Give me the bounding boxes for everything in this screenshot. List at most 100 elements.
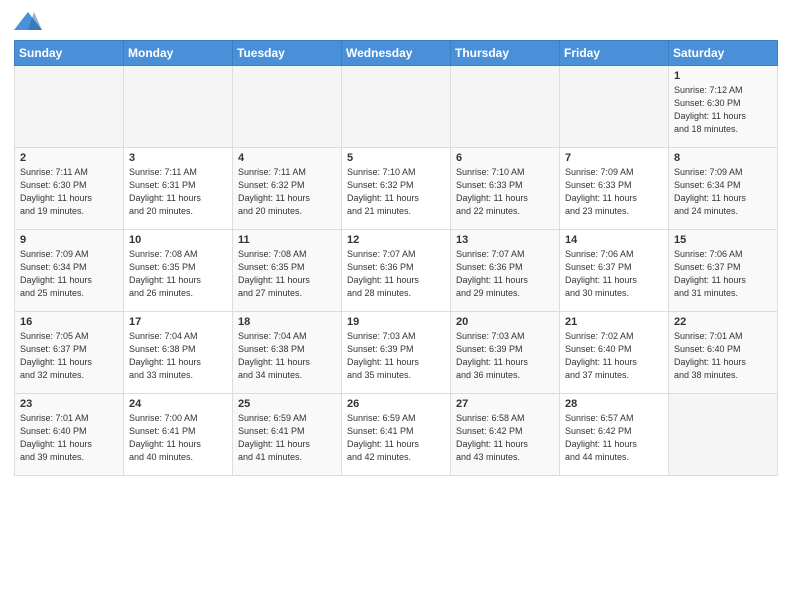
day-info: Sunrise: 7:01 AMSunset: 6:40 PMDaylight:… xyxy=(674,330,772,382)
day-number: 10 xyxy=(129,234,227,246)
day-info: Sunrise: 7:08 AMSunset: 6:35 PMDaylight:… xyxy=(129,248,227,300)
day-info: Sunrise: 7:06 AMSunset: 6:37 PMDaylight:… xyxy=(565,248,663,300)
day-info: Sunrise: 7:03 AMSunset: 6:39 PMDaylight:… xyxy=(456,330,554,382)
day-number: 7 xyxy=(565,152,663,164)
day-info: Sunrise: 7:10 AMSunset: 6:33 PMDaylight:… xyxy=(456,166,554,218)
day-cell: 20 Sunrise: 7:03 AMSunset: 6:39 PMDayligh… xyxy=(451,312,560,394)
day-number: 14 xyxy=(565,234,663,246)
header xyxy=(14,10,778,32)
day-cell: 13 Sunrise: 7:07 AMSunset: 6:36 PMDayligh… xyxy=(451,230,560,312)
day-number: 2 xyxy=(20,152,118,164)
weekday-sunday: Sunday xyxy=(15,41,124,66)
day-info: Sunrise: 7:04 AMSunset: 6:38 PMDaylight:… xyxy=(238,330,336,382)
day-info: Sunrise: 7:11 AMSunset: 6:30 PMDaylight:… xyxy=(20,166,118,218)
day-number: 17 xyxy=(129,316,227,328)
day-cell: 25 Sunrise: 6:59 AMSunset: 6:41 PMDayligh… xyxy=(233,394,342,476)
day-info: Sunrise: 7:09 AMSunset: 6:33 PMDaylight:… xyxy=(565,166,663,218)
day-number: 22 xyxy=(674,316,772,328)
day-cell xyxy=(15,66,124,148)
week-row-4: 23Sunrise: 7:01 AMSunset: 6:40 PMDayligh… xyxy=(15,394,778,476)
day-number: 8 xyxy=(674,152,772,164)
day-number: 20 xyxy=(456,316,554,328)
day-cell xyxy=(342,66,451,148)
day-cell: 12 Sunrise: 7:07 AMSunset: 6:36 PMDayligh… xyxy=(342,230,451,312)
day-cell xyxy=(451,66,560,148)
day-number: 5 xyxy=(347,152,445,164)
weekday-wednesday: Wednesday xyxy=(342,41,451,66)
day-cell: 5 Sunrise: 7:10 AMSunset: 6:32 PMDaylight… xyxy=(342,148,451,230)
week-row-1: 2 Sunrise: 7:11 AMSunset: 6:30 PMDaylight… xyxy=(15,148,778,230)
day-number: 12 xyxy=(347,234,445,246)
day-number: 13 xyxy=(456,234,554,246)
day-cell: 15 Sunrise: 7:06 AMSunset: 6:37 PMDayligh… xyxy=(669,230,778,312)
day-info: Sunrise: 7:09 AMSunset: 6:34 PMDaylight:… xyxy=(674,166,772,218)
calendar: SundayMondayTuesdayWednesdayThursdayFrid… xyxy=(14,40,778,476)
day-info: Sunrise: 6:59 AMSunset: 6:41 PMDaylight:… xyxy=(347,412,445,464)
day-cell: 1 Sunrise: 7:12 AMSunset: 6:30 PMDaylight… xyxy=(669,66,778,148)
day-cell: 11 Sunrise: 7:08 AMSunset: 6:35 PMDayligh… xyxy=(233,230,342,312)
day-cell: 19 Sunrise: 7:03 AMSunset: 6:39 PMDayligh… xyxy=(342,312,451,394)
day-info: Sunrise: 7:09 AMSunset: 6:34 PMDaylight:… xyxy=(20,248,118,300)
week-row-0: 1 Sunrise: 7:12 AMSunset: 6:30 PMDaylight… xyxy=(15,66,778,148)
weekday-tuesday: Tuesday xyxy=(233,41,342,66)
day-number: 18 xyxy=(238,316,336,328)
day-number: 16 xyxy=(20,316,118,328)
day-number: 21 xyxy=(565,316,663,328)
day-cell: 17Sunrise: 7:04 AMSunset: 6:38 PMDayligh… xyxy=(124,312,233,394)
day-info: Sunrise: 7:12 AMSunset: 6:30 PMDaylight:… xyxy=(674,84,772,136)
day-number: 23 xyxy=(20,398,118,410)
day-cell: 21 Sunrise: 7:02 AMSunset: 6:40 PMDayligh… xyxy=(560,312,669,394)
day-number: 24 xyxy=(129,398,227,410)
day-info: Sunrise: 7:11 AMSunset: 6:32 PMDaylight:… xyxy=(238,166,336,218)
day-number: 1 xyxy=(674,70,772,82)
day-number: 27 xyxy=(456,398,554,410)
day-cell: 28 Sunrise: 6:57 AMSunset: 6:42 PMDayligh… xyxy=(560,394,669,476)
day-info: Sunrise: 7:07 AMSunset: 6:36 PMDaylight:… xyxy=(347,248,445,300)
day-info: Sunrise: 7:03 AMSunset: 6:39 PMDaylight:… xyxy=(347,330,445,382)
week-row-2: 9Sunrise: 7:09 AMSunset: 6:34 PMDaylight… xyxy=(15,230,778,312)
day-info: Sunrise: 6:59 AMSunset: 6:41 PMDaylight:… xyxy=(238,412,336,464)
day-info: Sunrise: 6:57 AMSunset: 6:42 PMDaylight:… xyxy=(565,412,663,464)
day-info: Sunrise: 6:58 AMSunset: 6:42 PMDaylight:… xyxy=(456,412,554,464)
day-number: 19 xyxy=(347,316,445,328)
day-number: 4 xyxy=(238,152,336,164)
day-cell xyxy=(233,66,342,148)
day-cell: 10 Sunrise: 7:08 AMSunset: 6:35 PMDayligh… xyxy=(124,230,233,312)
day-number: 11 xyxy=(238,234,336,246)
day-info: Sunrise: 7:05 AMSunset: 6:37 PMDaylight:… xyxy=(20,330,118,382)
page: SundayMondayTuesdayWednesdayThursdayFrid… xyxy=(0,0,792,612)
day-cell: 16 Sunrise: 7:05 AMSunset: 6:37 PMDayligh… xyxy=(15,312,124,394)
day-number: 28 xyxy=(565,398,663,410)
day-info: Sunrise: 7:06 AMSunset: 6:37 PMDaylight:… xyxy=(674,248,772,300)
day-number: 26 xyxy=(347,398,445,410)
weekday-monday: Monday xyxy=(124,41,233,66)
day-cell: 4 Sunrise: 7:11 AMSunset: 6:32 PMDaylight… xyxy=(233,148,342,230)
weekday-header-row: SundayMondayTuesdayWednesdayThursdayFrid… xyxy=(15,41,778,66)
day-info: Sunrise: 7:11 AMSunset: 6:31 PMDaylight:… xyxy=(129,166,227,218)
day-cell xyxy=(124,66,233,148)
day-cell: 6 Sunrise: 7:10 AMSunset: 6:33 PMDaylight… xyxy=(451,148,560,230)
day-cell: 9Sunrise: 7:09 AMSunset: 6:34 PMDaylight… xyxy=(15,230,124,312)
weekday-friday: Friday xyxy=(560,41,669,66)
day-cell xyxy=(669,394,778,476)
day-cell: 27 Sunrise: 6:58 AMSunset: 6:42 PMDayligh… xyxy=(451,394,560,476)
day-info: Sunrise: 7:08 AMSunset: 6:35 PMDaylight:… xyxy=(238,248,336,300)
day-info: Sunrise: 7:02 AMSunset: 6:40 PMDaylight:… xyxy=(565,330,663,382)
day-cell: 23Sunrise: 7:01 AMSunset: 6:40 PMDayligh… xyxy=(15,394,124,476)
day-cell: 26 Sunrise: 6:59 AMSunset: 6:41 PMDayligh… xyxy=(342,394,451,476)
weekday-saturday: Saturday xyxy=(669,41,778,66)
day-number: 15 xyxy=(674,234,772,246)
day-cell: 8 Sunrise: 7:09 AMSunset: 6:34 PMDaylight… xyxy=(669,148,778,230)
day-cell: 22 Sunrise: 7:01 AMSunset: 6:40 PMDayligh… xyxy=(669,312,778,394)
day-cell: 3Sunrise: 7:11 AMSunset: 6:31 PMDaylight… xyxy=(124,148,233,230)
day-number: 25 xyxy=(238,398,336,410)
day-number: 6 xyxy=(456,152,554,164)
logo-icon xyxy=(14,10,42,32)
day-cell: 14 Sunrise: 7:06 AMSunset: 6:37 PMDayligh… xyxy=(560,230,669,312)
day-info: Sunrise: 7:07 AMSunset: 6:36 PMDaylight:… xyxy=(456,248,554,300)
day-cell xyxy=(560,66,669,148)
day-cell: 24Sunrise: 7:00 AMSunset: 6:41 PMDayligh… xyxy=(124,394,233,476)
weekday-thursday: Thursday xyxy=(451,41,560,66)
logo xyxy=(14,10,46,32)
day-info: Sunrise: 7:10 AMSunset: 6:32 PMDaylight:… xyxy=(347,166,445,218)
